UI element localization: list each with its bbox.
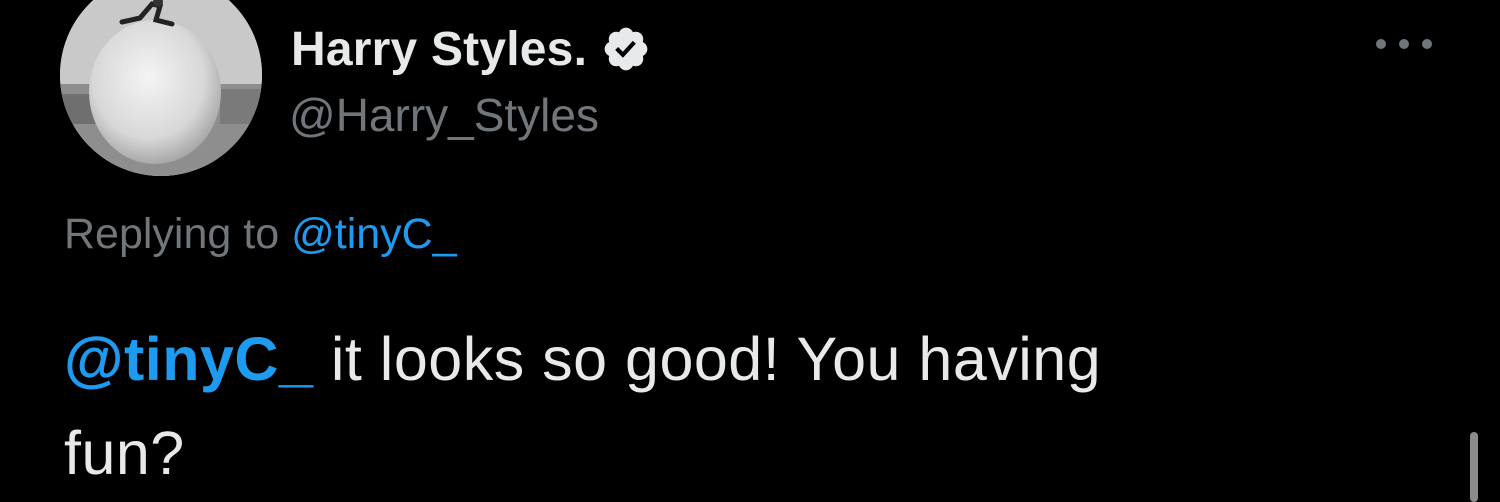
replying-to-mention-link[interactable]: @tinyC_ <box>291 210 457 258</box>
author-display-name[interactable]: Harry Styles. <box>291 22 587 77</box>
verified-badge-icon <box>601 24 651 74</box>
tweet-mention-link[interactable]: @tinyC_ <box>64 325 313 393</box>
tweet-text-line1: it looks so good! You having <box>313 325 1102 393</box>
profile-photo <box>60 0 262 176</box>
tweet-text-line2: fun? <box>64 419 185 487</box>
tweet: Harry Styles. @Harry_Styles Replying to … <box>0 0 1500 502</box>
more-dot <box>1376 39 1386 49</box>
avatar[interactable] <box>60 0 262 176</box>
replying-to: Replying to @tinyC_ <box>64 210 457 259</box>
more-dot <box>1399 39 1409 49</box>
replying-to-label: Replying to <box>64 210 280 258</box>
author-name-row: Harry Styles. <box>291 14 651 84</box>
more-dot <box>1422 39 1432 49</box>
more-options-icon[interactable] <box>1376 32 1432 56</box>
tweet-text: @tinyC_ it looks so good! You having fun? <box>64 312 1444 500</box>
scrollbar[interactable] <box>1470 432 1478 502</box>
author-handle[interactable]: @Harry_Styles <box>289 88 599 142</box>
